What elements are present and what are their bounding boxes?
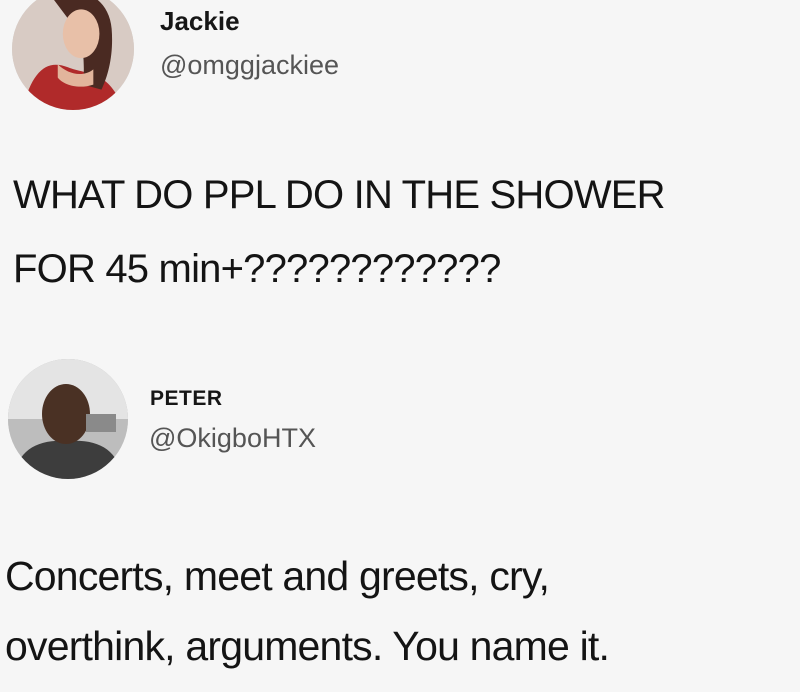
avatar[interactable] xyxy=(8,359,128,479)
tweet-text-line: FOR 45 min+???????????? xyxy=(13,247,501,291)
user-photo-icon xyxy=(8,359,128,479)
display-name[interactable]: Jackie xyxy=(160,6,240,37)
tweet-text: WHAT DO PPL DO IN THE SHOWER FOR 45 min+… xyxy=(13,158,800,306)
tweet-text-line: overthink, arguments. You name it. xyxy=(5,623,610,669)
user-handle[interactable]: @OkigboHTX xyxy=(149,423,316,454)
tweet-text-line: WHAT DO PPL DO IN THE SHOWER xyxy=(13,173,666,217)
tweet-text: Concerts, meet and greets, cry, overthin… xyxy=(5,541,800,681)
display-name[interactable]: PETER xyxy=(150,387,223,411)
avatar[interactable] xyxy=(12,0,134,110)
user-photo-icon xyxy=(12,0,134,110)
user-handle[interactable]: @omggjackiee xyxy=(160,50,339,81)
tweet-text-line: Concerts, meet and greets, cry, xyxy=(5,553,550,599)
